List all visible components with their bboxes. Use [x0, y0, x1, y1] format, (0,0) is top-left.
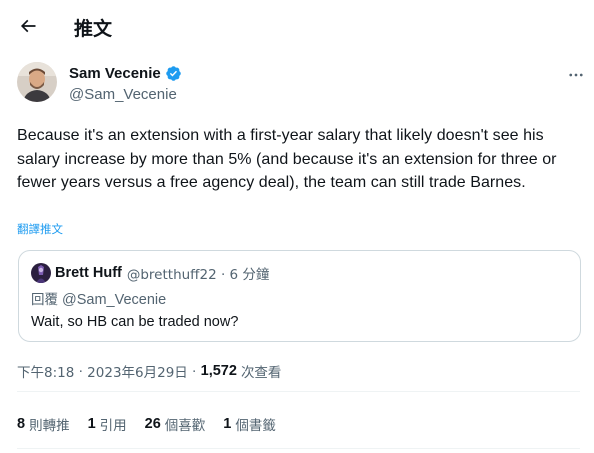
bookmarks-count: 1	[223, 416, 232, 432]
top-bar: 推文	[0, 0, 594, 52]
page-title: 推文	[74, 18, 113, 40]
likes-count: 26	[144, 416, 161, 432]
tweet-text: Because it's an extension with a first-y…	[17, 127, 557, 191]
translate-tweet-link[interactable]: 翻譯推文	[17, 221, 63, 237]
retweets-count: 8	[17, 416, 26, 432]
quoted-handle-time: @bretthuff22 · 6 分鐘	[126, 267, 270, 283]
divider	[17, 448, 580, 449]
verified-badge-icon	[165, 66, 181, 81]
quoted-header: Brett Huff @bretthuff22 · 6 分鐘	[55, 263, 269, 283]
quoted-tweet-card[interactable]: Brett Huff @bretthuff22 · 6 分鐘 回覆 @Sam_Ve…	[18, 250, 581, 342]
back-button[interactable]	[12, 10, 44, 42]
author-name-row[interactable]: Sam Vecenie	[69, 65, 182, 82]
quoted-reply-prefix: 回覆	[31, 292, 58, 308]
tweet-author: Sam Vecenie @Sam_Vecenie	[17, 62, 583, 108]
quoted-avatar[interactable]	[31, 263, 51, 283]
tweet-date[interactable]: 2023年6月29日	[87, 361, 188, 381]
quoted-reply-handle[interactable]: @Sam_Vecenie	[62, 292, 166, 308]
meta-separator: ·	[78, 363, 84, 379]
quoted-text: Wait, so HB can be traded now?	[31, 314, 239, 330]
quoted-avatar-image	[31, 263, 51, 283]
engagement-stats: 8 則轉推 1 引用 26 個喜歡 1 個書籤	[17, 414, 294, 434]
likes-label: 個喜歡	[164, 418, 206, 434]
more-horizontal-icon	[569, 73, 583, 77]
more-button[interactable]	[563, 62, 589, 88]
bookmarks-label: 個書籤	[235, 418, 276, 434]
arrow-left-icon	[20, 19, 36, 33]
retweets-label: 則轉推	[29, 418, 70, 434]
views-count[interactable]: 1,572	[201, 363, 237, 379]
bookmarks-stat[interactable]: 1 個書籤	[223, 414, 276, 434]
quotes-label: 引用	[99, 418, 127, 434]
meta-separator: ·	[191, 363, 197, 379]
quotes-stat[interactable]: 1 引用	[88, 414, 127, 434]
author-display-name[interactable]: Sam Vecenie	[69, 65, 161, 82]
avatar-image	[17, 62, 57, 102]
quoted-display-name[interactable]: Brett Huff	[55, 265, 122, 281]
tweet-meta-line: 下午8:18 · 2023年6月29日 · 1,572 次查看	[17, 361, 281, 381]
retweets-stat[interactable]: 8 則轉推	[17, 414, 70, 434]
quoted-reply-line: 回覆 @Sam_Vecenie	[31, 288, 166, 308]
views-label: 次查看	[240, 365, 282, 381]
avatar[interactable]	[17, 62, 57, 102]
quotes-count: 1	[87, 416, 96, 432]
author-handle[interactable]: @Sam_Vecenie	[69, 86, 177, 103]
tweet-time[interactable]: 下午8:18	[17, 361, 74, 381]
likes-stat[interactable]: 26 個喜歡	[145, 414, 206, 434]
divider	[17, 391, 580, 392]
